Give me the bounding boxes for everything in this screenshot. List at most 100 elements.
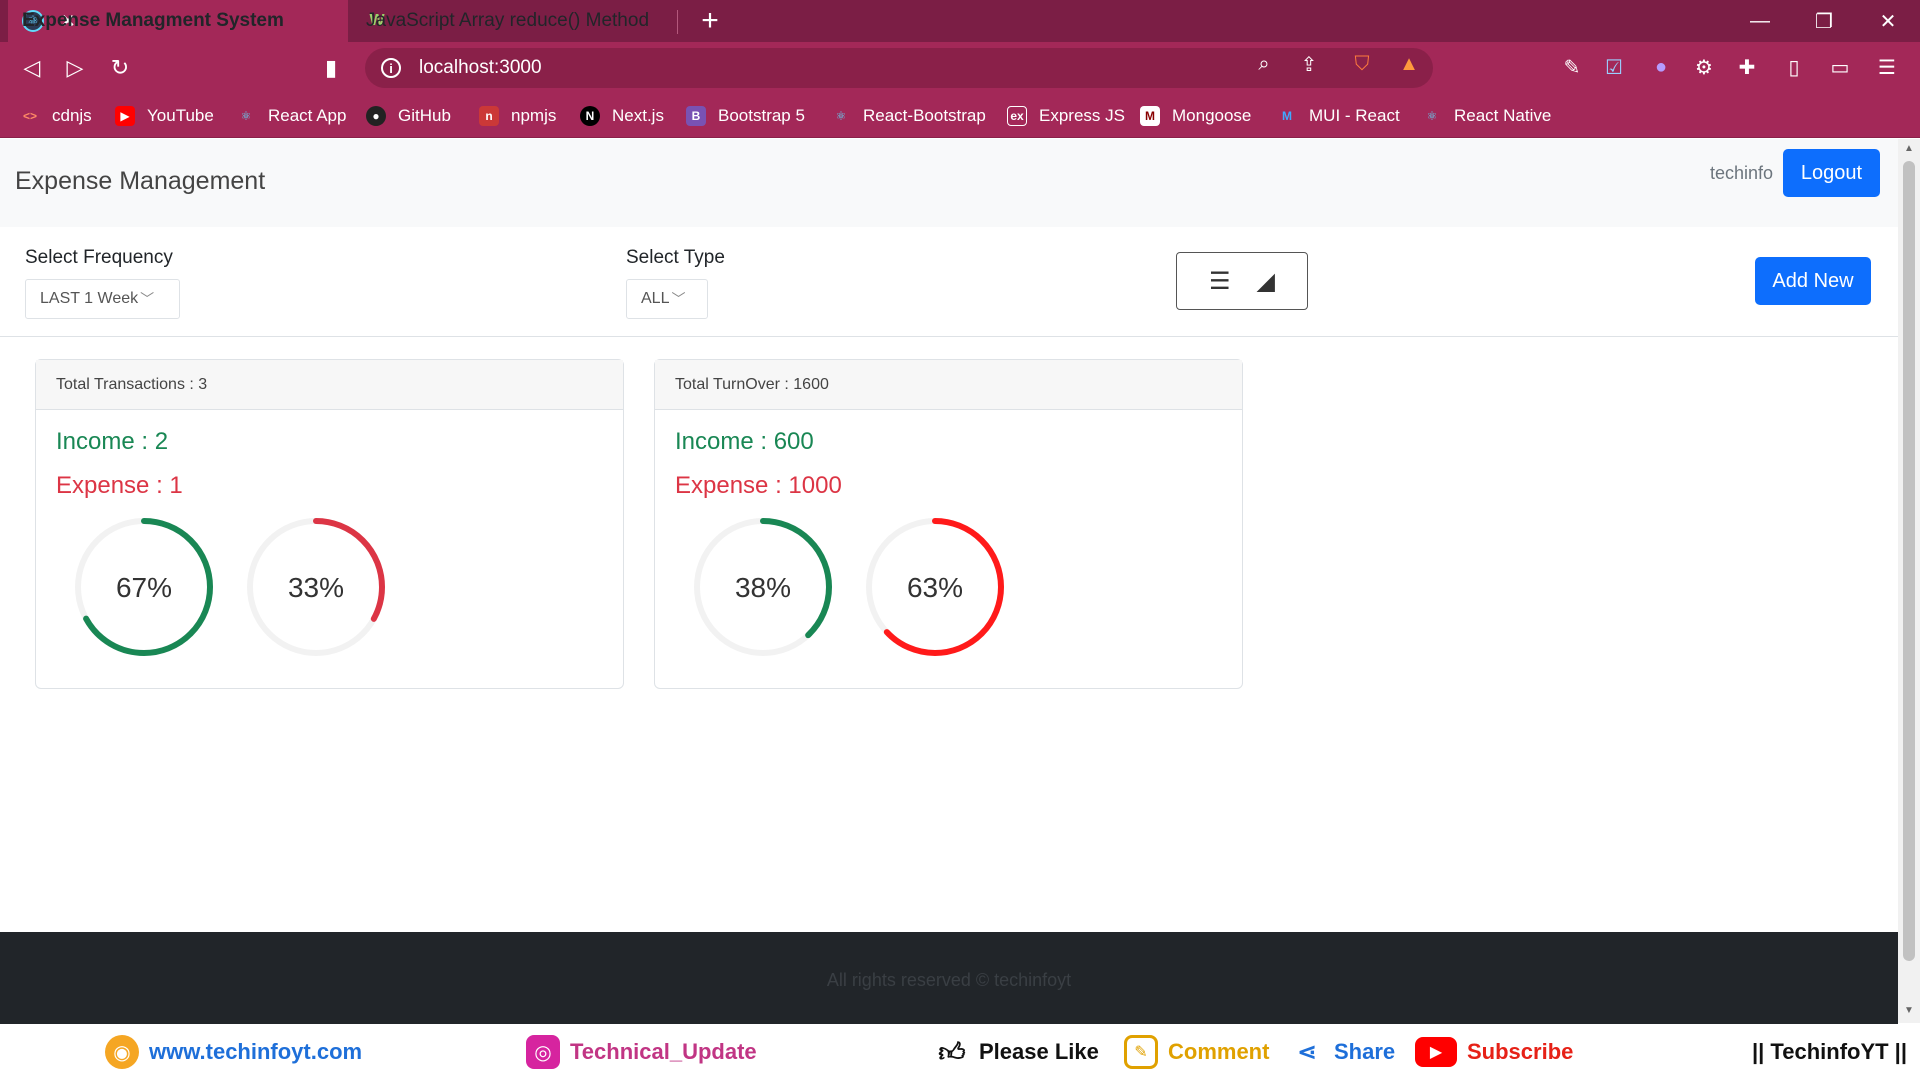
bookmark-react-bootstrap[interactable]: ⚛ React-Bootstrap [831, 94, 986, 138]
pen-extension-icon[interactable]: ✎ [1555, 50, 1589, 84]
brand-title[interactable]: Expense Management [15, 167, 265, 196]
promo-channel: || TechinfoYT || [1752, 1024, 1907, 1080]
expense-count: Expense : 1 [56, 472, 183, 499]
bookmark-label: Mongoose [1172, 106, 1252, 125]
add-new-button[interactable]: Add New [1755, 257, 1871, 305]
promo-share-text: Share [1334, 1039, 1396, 1064]
scroll-down-icon[interactable]: ▼ [1902, 1005, 1916, 1019]
bookmark-label: React Native [1454, 106, 1552, 125]
bookmark-mui[interactable]: M MUI - React [1277, 94, 1400, 138]
react-icon: ⚛ [835, 109, 847, 123]
tab-title: Expense Managment System [22, 10, 284, 31]
nextjs-icon: N [580, 106, 600, 126]
type-select[interactable]: ALL ﹀ [626, 279, 708, 319]
badge-extension-icon[interactable]: ● [1644, 50, 1678, 84]
tab-js-reduce[interactable]: W JavaScript Array reduce() Method [352, 0, 678, 42]
bookmark-label: GitHub [398, 106, 451, 125]
bookmark-icon[interactable]: ▮ [313, 50, 349, 86]
gauge-percent-label: 63% [907, 572, 963, 603]
comment-icon: ✎ [1124, 1035, 1158, 1069]
bookmark-express[interactable]: ex Express JS [1007, 94, 1125, 138]
frequency-label: Select Frequency [25, 247, 173, 268]
chevron-down-icon: ﹀ [140, 291, 155, 307]
bookmark-mongoose[interactable]: M Mongoose [1140, 94, 1251, 138]
expense-progress-gauge: 33% [247, 518, 385, 656]
address-bar-row: ◁ ▷ ↻ ▮ i localhost:3000 ⌕ ⇪ ⛉ ▲ [0, 42, 1920, 94]
bookmark-react-app[interactable]: ⚛ React App [236, 94, 347, 138]
bookmark-label: MUI - React [1309, 106, 1400, 125]
minimize-button[interactable]: — [1728, 0, 1792, 42]
tab-divider [677, 10, 678, 34]
promo-subscribe-text: Subscribe [1467, 1039, 1574, 1064]
bookmark-label: React App [268, 106, 347, 125]
scroll-up-icon[interactable]: ▲ [1902, 143, 1916, 157]
income-progress-gauge: 38% [694, 518, 832, 656]
github-icon: ● [366, 106, 386, 126]
brave-shield-icon[interactable]: ⛉ [1348, 50, 1376, 78]
instagram-icon: ◎ [526, 1035, 560, 1069]
bookmark-label: React-Bootstrap [863, 106, 986, 125]
bookmark-label: Next.js [612, 106, 664, 125]
scrollbar-thumb[interactable] [1903, 161, 1915, 961]
bookmark-cdnjs[interactable]: <> cdnjs [20, 94, 92, 138]
brave-rewards-icon[interactable]: ▲ [1395, 50, 1423, 78]
puzzle-icon[interactable]: ✚ [1730, 50, 1764, 84]
expense-amount: Expense : 1000 [675, 472, 842, 499]
gauge-percent-label: 38% [735, 572, 791, 603]
promo-like: 👍︎ Please Like [935, 1024, 1098, 1080]
promo-instagram-text: Technical_Update [570, 1039, 757, 1064]
reload-button[interactable]: ↻ [102, 50, 138, 86]
frequency-select[interactable]: LAST 1 Week ﹀ [25, 279, 180, 319]
income-count: Income : 2 [56, 428, 169, 455]
promo-subscribe: ▶ Subscribe [1415, 1024, 1573, 1080]
bootstrap-icon: B [686, 106, 706, 126]
promo-share: ⋖ Share [1290, 1024, 1395, 1080]
bookmark-youtube[interactable]: ▶ YouTube [115, 94, 214, 138]
back-button[interactable]: ◁ [14, 50, 50, 86]
bookmark-label: npmjs [511, 106, 557, 125]
thumbs-up-icon: 👍︎ [938, 1036, 966, 1067]
frequency-value: LAST 1 Week [40, 290, 139, 307]
logout-button[interactable]: Logout [1783, 149, 1880, 197]
restore-button[interactable]: ❐ [1792, 0, 1856, 42]
checklist-extension-icon[interactable]: ☑ [1597, 50, 1631, 84]
share-icon[interactable]: ⇪ [1295, 50, 1323, 78]
bookmark-react-native[interactable]: ⚛ React Native [1422, 94, 1552, 138]
globe-icon: ◉ [105, 1035, 139, 1069]
tab-expense-system[interactable]: ⚛ Expense Managment System × [8, 0, 348, 42]
info-icon[interactable]: i [381, 58, 401, 78]
income-progress-gauge: 67% [75, 518, 213, 656]
bookmark-github[interactable]: ● GitHub [366, 94, 451, 138]
app-header: Expense Management techinfo Logout [0, 139, 1898, 227]
new-tab-button[interactable]: + [695, 4, 725, 38]
promo-instagram: ◎ Technical_Update [526, 1024, 757, 1080]
menu-icon[interactable]: ☰ [1870, 50, 1904, 84]
wallet-icon[interactable]: ▭ [1823, 50, 1857, 84]
sidebar-icon[interactable]: ▯ [1777, 50, 1811, 84]
bookmark-bootstrap[interactable]: B Bootstrap 5 [686, 94, 805, 138]
gauge-percent-label: 33% [288, 572, 344, 603]
income-amount: Income : 600 [675, 428, 814, 455]
code-icon: <> [22, 109, 37, 123]
expense-progress-gauge: 63% [866, 518, 1004, 656]
bookmark-nextjs[interactable]: N Next.js [580, 94, 664, 138]
analytics-view-icon[interactable]: ◢ [1257, 267, 1275, 296]
tab-title: JavaScript Array reduce() Method [366, 10, 650, 31]
mui-icon: M [1282, 109, 1292, 123]
app-page: Expense Management techinfo Logout Selec… [0, 139, 1898, 1024]
react-devtools-icon[interactable]: ⚙ [1687, 50, 1721, 84]
bookmark-label: Express JS [1039, 106, 1125, 125]
page-scrollbar[interactable]: ▲ ▼ [1898, 139, 1920, 1023]
bookmarks-bar: <> cdnjs ▶ YouTube ⚛ React App ● GitHub n npm… [0, 94, 1920, 138]
forward-button[interactable]: ▷ [57, 50, 93, 86]
bookmark-npmjs[interactable]: n npmjs [479, 94, 556, 138]
close-window-button[interactable]: ✕ [1856, 0, 1920, 42]
card-header: Total TurnOver : 1600 [655, 360, 1242, 410]
turnover-card: Total TurnOver : 1600 Income : 600 Expen… [654, 359, 1243, 689]
app-footer: All rights reserved © techinfoyt [0, 932, 1898, 1024]
mongoose-icon: M [1140, 106, 1160, 126]
express-icon: ex [1007, 106, 1027, 126]
zoom-icon[interactable]: ⌕ [1250, 50, 1278, 78]
bookmark-label: cdnjs [52, 106, 92, 125]
list-view-icon[interactable]: ☰ [1209, 267, 1231, 296]
